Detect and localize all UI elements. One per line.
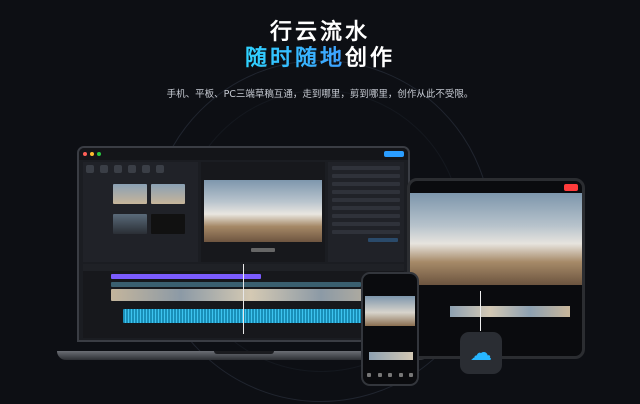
tablet-video-track[interactable] bbox=[450, 306, 570, 317]
phone-screen bbox=[361, 272, 419, 386]
text-track[interactable] bbox=[111, 274, 261, 279]
phone-tool-icon[interactable] bbox=[367, 373, 371, 377]
laptop-hinge bbox=[214, 351, 274, 354]
media-panel bbox=[83, 162, 198, 262]
phone-tool-icon[interactable] bbox=[388, 373, 392, 377]
phone-video-track[interactable] bbox=[369, 352, 413, 360]
media-thumbnail[interactable] bbox=[113, 214, 147, 234]
headline-rest: 创作 bbox=[345, 46, 396, 71]
phone-preview bbox=[365, 296, 415, 326]
playhead[interactable] bbox=[243, 264, 244, 334]
tablet-preview bbox=[410, 193, 582, 285]
maximize-dot[interactable] bbox=[97, 152, 101, 156]
preview-player bbox=[201, 162, 325, 262]
media-thumbnail[interactable] bbox=[151, 214, 185, 234]
audio-tab-icon[interactable] bbox=[100, 165, 108, 173]
headline-highlight: 随时随地 bbox=[244, 46, 345, 71]
phone-tool-icon[interactable] bbox=[398, 373, 403, 377]
tablet-export-button[interactable] bbox=[564, 184, 578, 191]
playback-controls[interactable] bbox=[251, 248, 275, 252]
phone-toolbar bbox=[367, 373, 413, 378]
cloud-sync-icon: ☁ bbox=[460, 332, 502, 374]
timeline bbox=[83, 264, 404, 338]
media-thumbnail[interactable] bbox=[113, 184, 147, 204]
minimize-dot[interactable] bbox=[90, 152, 94, 156]
export-button[interactable] bbox=[384, 151, 404, 157]
phone-tool-icon[interactable] bbox=[409, 373, 413, 377]
video-track[interactable] bbox=[111, 289, 391, 301]
sticker-tab-icon[interactable] bbox=[128, 165, 136, 173]
media-thumbnail[interactable] bbox=[151, 184, 185, 204]
subtitle: 手机、平板、PC三端草稿互通，走到哪里，剪到哪里，创作从此不受限。 bbox=[166, 89, 474, 100]
effect-track[interactable] bbox=[111, 282, 361, 287]
close-dot[interactable] bbox=[83, 152, 87, 156]
text-tab-icon[interactable] bbox=[114, 165, 122, 173]
phone-tool-icon[interactable] bbox=[377, 373, 382, 377]
media-tab-icon[interactable] bbox=[86, 165, 94, 173]
app-titlebar bbox=[79, 148, 408, 160]
headline-line2: 随时随地创作 bbox=[0, 40, 640, 72]
transition-tab-icon[interactable] bbox=[156, 165, 164, 173]
tablet-playhead[interactable] bbox=[480, 291, 481, 331]
effects-tab-icon[interactable] bbox=[142, 165, 150, 173]
properties-panel bbox=[328, 162, 404, 262]
preview-frame bbox=[204, 180, 322, 242]
